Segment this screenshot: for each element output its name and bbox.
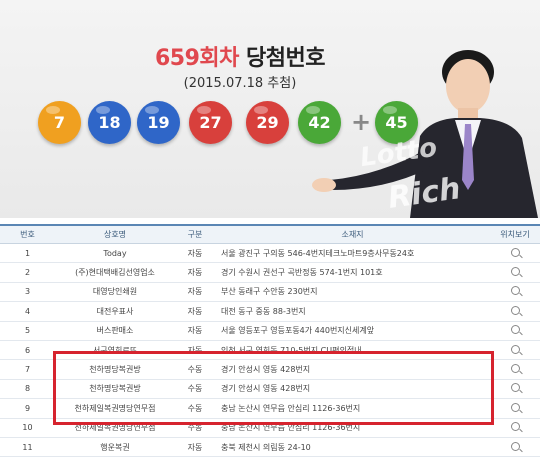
cell-no: 7 (0, 359, 55, 380)
col-header-address: 소재지 (215, 224, 490, 244)
cell-no: 10 (0, 418, 55, 438)
map-view-cell[interactable] (490, 437, 540, 457)
cell-no: 8 (0, 379, 55, 400)
table-row: 2 (주)현대택배김선영업소 자동 경기 수원시 권선구 곡반정동 574-1번지 1… (0, 262, 540, 283)
magnifier-icon[interactable] (510, 305, 520, 315)
cell-store-name: (주)현대택배김선영업소 (55, 262, 175, 283)
map-view-cell[interactable] (490, 398, 540, 419)
col-header-type: 구분 (175, 224, 215, 244)
table-row: 4 대전우표사 자동 대전 동구 중동 88-3번지 (0, 301, 540, 322)
col-header-no: 번호 (0, 224, 55, 244)
magnifier-icon[interactable] (510, 325, 520, 335)
cell-no: 9 (0, 398, 55, 419)
cell-store-name: 행운복권 (55, 437, 175, 457)
cell-address: 경기 수원시 권선구 곡반정동 574-1번지 101호 (215, 262, 490, 283)
cell-no: 11 (0, 437, 55, 457)
table-row: 3 대영당인쇄원 자동 부산 동래구 수안동 230번지 (0, 282, 540, 303)
map-view-cell[interactable] (490, 301, 540, 322)
map-view-cell[interactable] (490, 340, 540, 361)
cell-no: 3 (0, 282, 55, 303)
cell-store-name: 대영당인쇄원 (55, 282, 175, 303)
round-number: 659회차 (154, 46, 239, 71)
map-view-cell[interactable] (490, 359, 540, 380)
cell-address: 서울 영등포구 영등포동4가 440번지신세계앞 (215, 321, 490, 341)
cell-address: 부산 동래구 수안동 230번지 (215, 282, 490, 303)
cell-address: 서울 광진구 구의동 546-4번지테크노마트9층사무동24호 (215, 243, 490, 264)
magnifier-icon[interactable] (510, 441, 520, 451)
map-view-cell[interactable] (490, 282, 540, 303)
cell-type: 자동 (175, 437, 215, 457)
col-header-map: 위치보기 (490, 224, 540, 244)
col-header-name: 상호명 (55, 224, 175, 244)
table-row: 5 버스판매소 자동 서울 영등포구 영등포동4가 440번지신세계앞 (0, 321, 540, 341)
map-view-cell[interactable] (490, 243, 540, 264)
cell-no: 5 (0, 321, 55, 341)
magnifier-icon[interactable] (510, 364, 520, 374)
magnifier-icon[interactable] (510, 402, 520, 412)
cell-no: 4 (0, 301, 55, 322)
map-view-cell[interactable] (490, 379, 540, 400)
magnifier-icon[interactable] (510, 383, 520, 393)
cell-address: 충북 제천시 의림동 24-10 (215, 437, 490, 457)
table-header-row: 번호 상호명 구분 소재지 위치보기 (0, 224, 540, 244)
lotto-ball: 29 (246, 101, 289, 144)
cell-no: 6 (0, 340, 55, 361)
cell-store-name: 대전우표사 (55, 301, 175, 322)
cell-type: 자동 (175, 262, 215, 283)
cell-type: 자동 (175, 321, 215, 341)
cell-address: 대전 동구 중동 88-3번지 (215, 301, 490, 322)
lotto-ball: 27 (189, 101, 232, 144)
magnifier-icon[interactable] (510, 344, 520, 354)
magnifier-icon[interactable] (510, 422, 520, 432)
cell-type: 자동 (175, 243, 215, 264)
highlight-box (53, 351, 494, 425)
lotto-ball: 18 (88, 101, 131, 144)
map-view-cell[interactable] (490, 262, 540, 283)
winning-numbers-banner: 659회차 당첨번호 (2015.07.18 추첨) 7 18 19 27 29… (0, 0, 540, 218)
cell-store-name: 버스판매소 (55, 321, 175, 341)
cell-no: 2 (0, 262, 55, 283)
magnifier-icon[interactable] (510, 286, 520, 296)
lotto-ball: 19 (137, 101, 180, 144)
magnifier-icon[interactable] (510, 247, 520, 257)
cell-type: 자동 (175, 301, 215, 322)
cell-no: 1 (0, 243, 55, 264)
magnifier-icon[interactable] (510, 267, 520, 277)
table-row: 1 Today 자동 서울 광진구 구의동 546-4번지테크노마트9층사무동24호 (0, 243, 540, 264)
cell-store-name: Today (55, 243, 175, 264)
map-view-cell[interactable] (490, 418, 540, 438)
table-row: 11 행운복권 자동 충북 제천시 의림동 24-10 (0, 437, 540, 457)
map-view-cell[interactable] (490, 321, 540, 341)
cell-type: 자동 (175, 282, 215, 303)
lotto-ball: 7 (38, 101, 81, 144)
